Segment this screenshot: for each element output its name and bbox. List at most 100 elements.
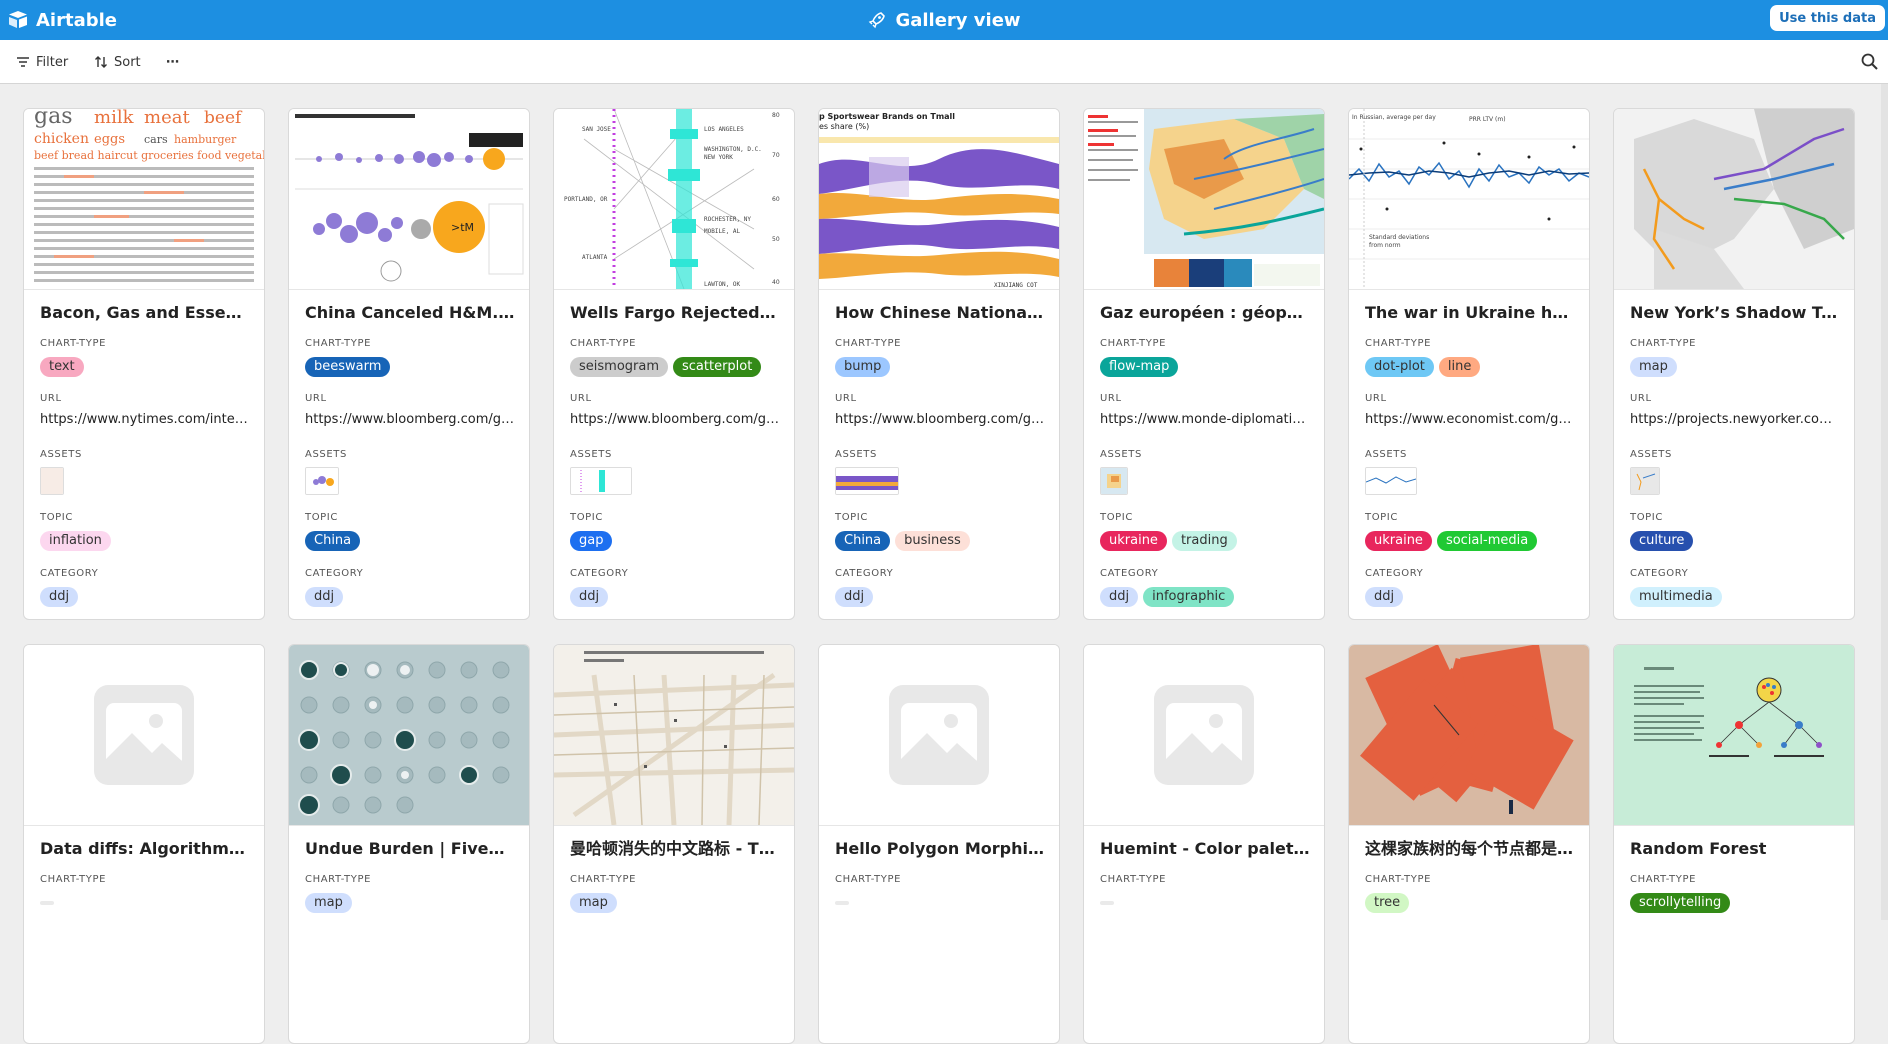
tag-china: China bbox=[835, 531, 891, 551]
card-url[interactable]: https://www.economist.com/gra... bbox=[1365, 412, 1575, 427]
card-url[interactable]: https://www.bloomberg.com/gra... bbox=[305, 412, 515, 427]
card-thumbnail bbox=[24, 645, 264, 826]
svg-text:beef: beef bbox=[204, 109, 243, 128]
svg-text:>tM: >tM bbox=[451, 221, 474, 234]
assets-label: ASSETS bbox=[570, 449, 612, 460]
card-url[interactable]: https://www.bloomberg.com/gra... bbox=[835, 412, 1045, 427]
chart-type-label: CHART-TYPE bbox=[1100, 338, 1167, 349]
topic-label: TOPIC bbox=[1630, 512, 1663, 523]
card-url[interactable]: https://www.nytimes.com/intera... bbox=[40, 412, 250, 427]
card-thumbnail: In Russian, average per day PRR LTV (m) St… bbox=[1349, 109, 1589, 290]
street-map-image bbox=[554, 645, 794, 825]
asset-thumbnail[interactable] bbox=[40, 467, 64, 495]
gallery-card[interactable]: Data diffs: Algorithms for... CHART-TYPE bbox=[23, 644, 265, 1044]
svg-text:ATLANTA: ATLANTA bbox=[582, 254, 608, 261]
card-thumbnail: gas milk meat beef chicken eggs cars ham… bbox=[24, 109, 264, 290]
topic-tags: China bbox=[305, 531, 361, 553]
card-url[interactable]: https://projects.newyorker.com/... bbox=[1630, 412, 1840, 427]
gallery-card[interactable]: Random Forest CHART-TYPE scrollytelling bbox=[1613, 644, 1855, 1044]
card-url[interactable]: https://www.monde-diplomatiqu... bbox=[1100, 412, 1310, 427]
tag-culture: culture bbox=[1630, 531, 1694, 551]
svg-text:chicken: chicken bbox=[34, 131, 89, 147]
tag-scatterplot: scatterplot bbox=[673, 357, 762, 377]
image-placeholder-icon bbox=[889, 685, 989, 785]
chart-type-label: CHART-TYPE bbox=[1630, 338, 1697, 349]
gallery-card[interactable]: gas milk meat beef chicken eggs cars ham… bbox=[23, 108, 265, 620]
asset-thumbnail[interactable] bbox=[835, 467, 899, 495]
sort-button[interactable]: Sort bbox=[94, 50, 141, 74]
asset-thumbnail[interactable] bbox=[1100, 467, 1128, 495]
card-title: Undue Burden | FiveThirt... bbox=[305, 839, 515, 858]
asset-thumbnail[interactable] bbox=[570, 467, 632, 495]
svg-text:beef bread haircut groceries f: beef bread haircut groceries food vegeta… bbox=[34, 149, 264, 162]
gallery-card[interactable]: 曼哈顿消失的中文路标 - Th... CHART-TYPE map bbox=[553, 644, 795, 1044]
gallery-card[interactable]: 这棵家族树的每个节点都是... CHART-TYPE tree bbox=[1348, 644, 1590, 1044]
category-tags: ddj bbox=[570, 587, 609, 609]
filter-label: Filter bbox=[36, 54, 69, 70]
chart-type-label: CHART-TYPE bbox=[1365, 874, 1432, 885]
url-label: URL bbox=[305, 393, 327, 404]
tag-line: line bbox=[1438, 357, 1481, 377]
svg-text:hamburger: hamburger bbox=[174, 133, 237, 146]
tag-ddj: ddj bbox=[1365, 587, 1404, 607]
word-cloud-image: gas milk meat beef chicken eggs cars ham… bbox=[24, 109, 264, 289]
card-title: How Chinese Nationalism ... bbox=[835, 303, 1045, 322]
card-thumbnail bbox=[819, 645, 1059, 826]
svg-text:ROCHESTER, NY: ROCHESTER, NY bbox=[704, 216, 751, 223]
asset-thumbnail[interactable] bbox=[1630, 467, 1660, 495]
topic-tags: ukraine trading bbox=[1100, 531, 1237, 553]
page-title-text: Gallery view bbox=[895, 9, 1021, 31]
chart-type-label: CHART-TYPE bbox=[835, 874, 902, 885]
svg-text:es share (%): es share (%) bbox=[819, 122, 869, 131]
gallery-card[interactable]: In Russian, average per day PRR LTV (m) St… bbox=[1348, 108, 1590, 620]
search-icon[interactable] bbox=[1860, 52, 1880, 72]
gallery-card[interactable]: SAN JOSE LOS ANGELES WASHINGTON, D.C. NEW Y… bbox=[553, 108, 795, 620]
gallery-card[interactable]: p Sportswear Brands on Tmall es share (%)… bbox=[818, 108, 1060, 620]
card-title: New York’s Shadow Transi... bbox=[1630, 303, 1840, 322]
category-label: CATEGORY bbox=[1365, 568, 1424, 579]
svg-text:40: 40 bbox=[772, 279, 780, 286]
circle-map-image bbox=[289, 645, 529, 825]
category-label: CATEGORY bbox=[1100, 568, 1159, 579]
gallery-card[interactable]: Huemint - Color palette g... CHART-TYPE bbox=[1083, 644, 1325, 1044]
card-thumbnail: SAN JOSE LOS ANGELES WASHINGTON, D.C. NEW Y… bbox=[554, 109, 794, 290]
card-url[interactable]: https://www.bloomberg.com/gra... bbox=[570, 412, 780, 427]
assets-label: ASSETS bbox=[40, 449, 82, 460]
tag-china: China bbox=[305, 531, 361, 551]
category-tags: ddj bbox=[305, 587, 344, 609]
empty-tag bbox=[40, 901, 54, 905]
card-thumbnail bbox=[1614, 645, 1854, 826]
card-thumbnail bbox=[1084, 645, 1324, 826]
more-options-button[interactable]: ⋯ bbox=[166, 50, 179, 74]
use-this-data-button[interactable]: Use this data bbox=[1770, 5, 1885, 31]
tag-flow-map: flow-map bbox=[1100, 357, 1179, 377]
topic-label: TOPIC bbox=[40, 512, 73, 523]
category-tags: ddj bbox=[835, 587, 874, 609]
chart-type-tags: tree bbox=[1365, 893, 1410, 915]
chart-type-label: CHART-TYPE bbox=[1100, 874, 1167, 885]
tag-text: text bbox=[40, 357, 84, 377]
gallery-card[interactable]: >tM China Canceled H&M. Eve... CHART-TYP… bbox=[288, 108, 530, 620]
chart-type-tags: seismogram scatterplot bbox=[570, 357, 762, 379]
tag-tree: tree bbox=[1365, 893, 1410, 913]
svg-text:eggs: eggs bbox=[94, 132, 125, 147]
vertical-scrollbar[interactable] bbox=[1881, 84, 1888, 920]
chart-type-tags: map bbox=[305, 893, 352, 915]
asset-thumbnail[interactable] bbox=[305, 467, 339, 495]
svg-text:meat: meat bbox=[144, 109, 190, 128]
gallery-card[interactable]: Gaz européen : géopolitiq... CHART-TYPE … bbox=[1083, 108, 1325, 620]
url-label: URL bbox=[1100, 393, 1122, 404]
asset-thumbnail[interactable] bbox=[1365, 467, 1417, 495]
filter-button[interactable]: Filter bbox=[16, 50, 68, 74]
card-title: Huemint - Color palette g... bbox=[1100, 839, 1310, 858]
sort-icon bbox=[95, 56, 107, 68]
gallery-card[interactable]: Hello Polygon Morphing /... CHART-TYPE bbox=[818, 644, 1060, 1044]
gallery-card[interactable]: Undue Burden | FiveThirt... CHART-TYPE m… bbox=[288, 644, 530, 1044]
svg-text:SAN JOSE: SAN JOSE bbox=[582, 126, 611, 133]
svg-text:50: 50 bbox=[772, 236, 780, 243]
category-label: CATEGORY bbox=[40, 568, 99, 579]
gallery-card[interactable]: New York’s Shadow Transi... CHART-TYPE m… bbox=[1613, 108, 1855, 620]
category-tags: ddj bbox=[40, 587, 79, 609]
tag-scrollytelling: scrollytelling bbox=[1630, 893, 1731, 913]
topic-label: TOPIC bbox=[305, 512, 338, 523]
